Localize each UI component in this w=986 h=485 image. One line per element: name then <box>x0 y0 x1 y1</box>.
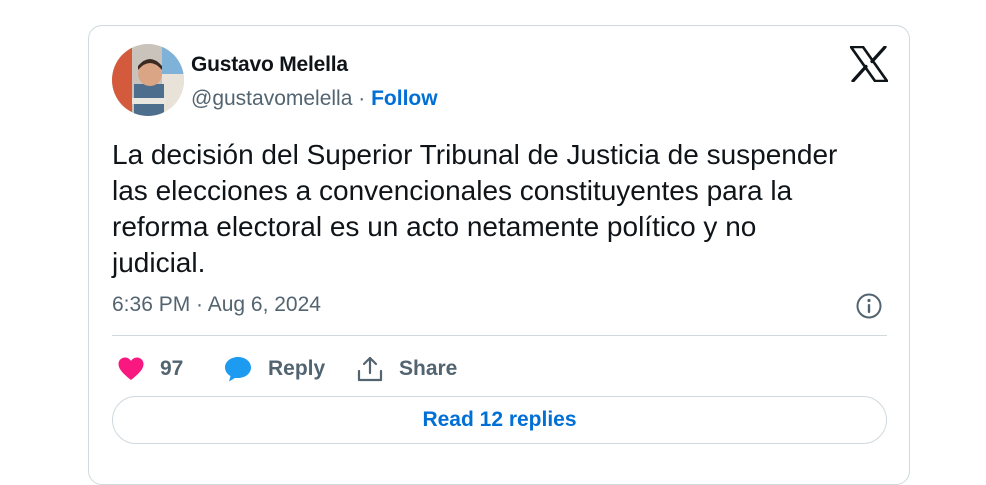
reply-button[interactable]: Reply <box>224 352 325 386</box>
share-upload-icon <box>357 356 383 382</box>
read-replies-button[interactable]: Read 12 replies <box>112 396 887 444</box>
divider <box>112 335 887 336</box>
share-button[interactable]: Share <box>357 352 457 386</box>
tweet-text: La decisión del Superior Tribunal de Jus… <box>112 139 838 278</box>
like-count: 97 <box>160 357 184 380</box>
author-handle-row: @gustavomelella · Follow <box>191 87 438 111</box>
author-name[interactable]: Gustavo Melella <box>191 53 348 77</box>
reply-label: Reply <box>268 357 326 380</box>
heart-icon <box>118 357 144 380</box>
tweet-timestamp[interactable]: 6:36 PM · Aug 6, 2024 <box>112 293 321 317</box>
author-handle[interactable]: @gustavomelella <box>191 87 352 110</box>
like-button[interactable]: 97 <box>118 352 183 386</box>
follow-button[interactable]: Follow <box>371 87 438 110</box>
handle-separator: · <box>352 87 372 110</box>
info-icon[interactable] <box>855 292 883 320</box>
speech-bubble-icon <box>225 357 251 382</box>
author-avatar[interactable] <box>112 44 184 116</box>
x-logo-icon[interactable] <box>849 45 889 83</box>
avatar-photo <box>112 44 184 116</box>
share-label: Share <box>399 357 458 380</box>
tweet-card: Gustavo Melella @gustavomelella · Follow… <box>88 25 910 485</box>
